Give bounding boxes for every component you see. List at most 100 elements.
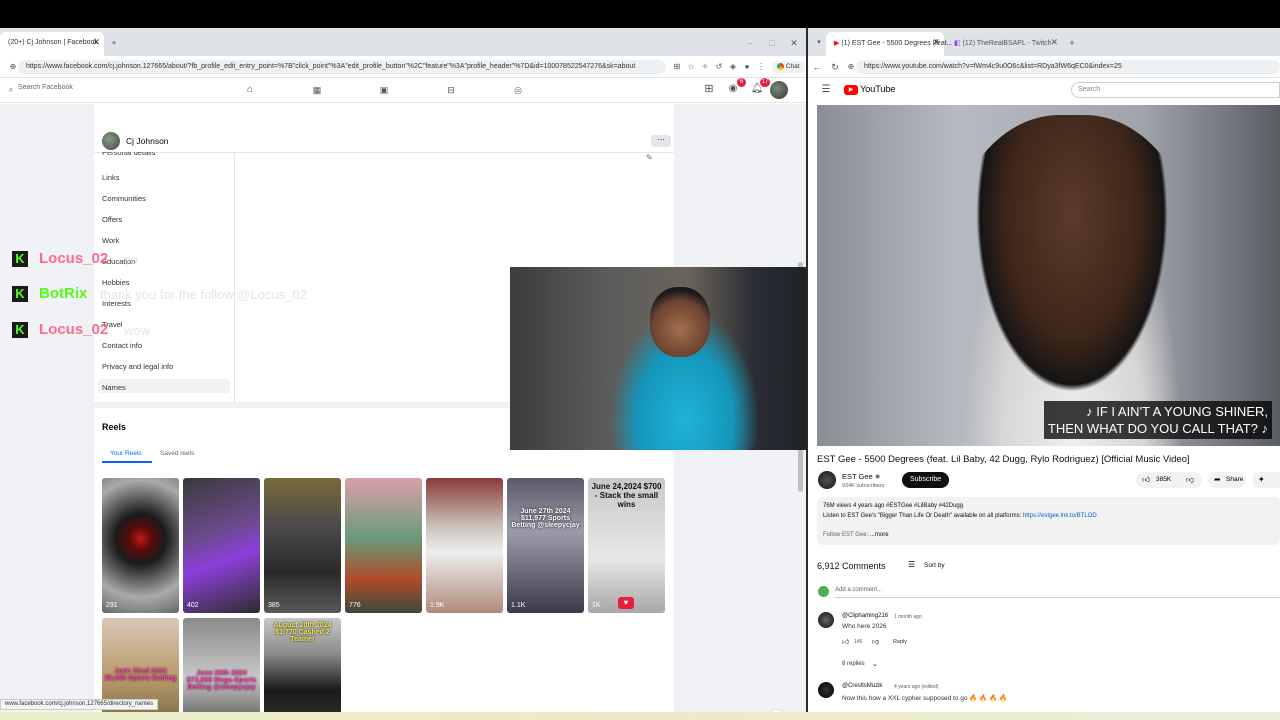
reel-thumbnail[interactable]: June 27th 2024 $11,977 Sports Betting @s… <box>507 478 584 613</box>
profile-name[interactable]: Cj Johnson <box>126 136 169 146</box>
edit-pencil-icon[interactable]: ✎ <box>646 153 653 162</box>
new-tab-icon[interactable]: + <box>108 37 120 49</box>
reel-thumbnail[interactable]: 291 <box>102 478 179 613</box>
facebook-search-input[interactable]: Search Facebook <box>18 84 73 91</box>
user-avatar <box>818 586 829 597</box>
channel-name[interactable]: EST Gee <box>842 472 873 481</box>
like-dislike-group: 👍︎ 385K 👎︎ <box>1136 472 1202 488</box>
reel-thumbnail[interactable]: 402 <box>183 478 260 613</box>
youtube-search-input[interactable]: Search <box>1071 82 1280 98</box>
bookmark-star-icon[interactable]: ☆ <box>686 61 696 73</box>
tab-facebook[interactable]: (20+) Cj Johnson | Facebook ✕ <box>0 32 104 56</box>
about-item-contact-info[interactable]: Contact info <box>102 341 142 350</box>
about-item-work[interactable]: Work <box>102 236 119 245</box>
video-subject <box>947 115 1197 446</box>
avatar[interactable] <box>770 81 788 99</box>
marketplace-icon[interactable]: ▣ <box>377 84 391 96</box>
maximize-icon[interactable]: □ <box>766 37 778 49</box>
kick-logo-icon: K <box>12 286 28 302</box>
comment-like-icon[interactable]: 👍︎ <box>842 637 849 646</box>
new-tab-icon[interactable]: + <box>1066 37 1078 49</box>
reload-icon[interactable]: ↻ <box>830 61 840 73</box>
minimize-icon[interactable]: – <box>744 37 756 49</box>
tab-list-icon[interactable]: ▾ <box>814 37 824 49</box>
sort-by-button[interactable]: Sort by <box>924 562 945 569</box>
about-item-hobbies[interactable]: Hobbies <box>102 278 130 287</box>
hamburger-menu-icon[interactable]: ☰ <box>820 84 832 96</box>
tab-bar: (20+) Cj Johnson | Facebook ✕ + – □ ✕ <box>0 28 806 56</box>
video-icon[interactable]: ▦ <box>310 84 324 96</box>
window-close-icon[interactable]: ✕ <box>788 37 800 49</box>
about-item-privacy[interactable]: Privacy and legal info <box>102 362 173 371</box>
youtube-favicon-icon: ▶ <box>834 40 840 47</box>
chat-button[interactable]: Chat <box>772 61 805 73</box>
reel-thumbnail[interactable]: June 24,2024 $700 - Stack the small wins… <box>588 478 665 613</box>
more-options-button[interactable]: ··· <box>651 135 671 147</box>
tab-twitch[interactable]: ◧ (12) TheRealBSAPL - Twitch ✕ <box>946 32 1062 56</box>
site-info-icon[interactable]: ⊕ <box>846 61 856 73</box>
profile-icon[interactable]: ● <box>742 61 752 73</box>
close-icon[interactable]: ✕ <box>1050 37 1058 48</box>
reel-thumbnail[interactable]: 385 <box>264 478 341 613</box>
thumbs-down-icon[interactable]: 👎︎ <box>1186 475 1194 485</box>
verified-check-icon: ◉ <box>875 474 881 480</box>
store-icon[interactable]: ⊟ <box>444 84 458 96</box>
about-item-personal-details[interactable]: Personal details <box>102 152 155 157</box>
comment-author[interactable]: @Cliphaming216 <box>842 613 888 619</box>
menu-grid-icon[interactable]: ⊞ <box>702 83 716 95</box>
url-field[interactable]: https://www.youtube.com/watch?v=fWm4c9u0… <box>856 60 1280 74</box>
youtube-logo-text[interactable]: YouTube <box>860 84 896 95</box>
tab-saved-reels[interactable]: Saved reels <box>160 450 194 457</box>
about-item-communities[interactable]: Communities <box>102 194 146 203</box>
comment-replies-toggle[interactable]: 8 replies <box>842 661 865 667</box>
reel-caption: June 24,2024 $700 - Stack the small wins <box>591 482 662 509</box>
profile-avatar[interactable] <box>102 132 120 150</box>
reel-thumbnail[interactable]: 1.9K <box>426 478 503 613</box>
install-icon[interactable]: ⊞ <box>672 61 682 73</box>
sort-icon[interactable]: ☰ <box>908 560 915 569</box>
description-box[interactable]: 76M views 4 years ago #ESTGee #LilBaby #… <box>817 497 1280 545</box>
comment-time: 4 years ago (edited) <box>894 684 939 690</box>
description-more[interactable]: ...more <box>870 532 889 538</box>
url-field[interactable]: https://www.facebook.com/cj.johnson.1276… <box>18 60 666 74</box>
reel-thumbnail[interactable]: June 20th 2024 $73,888 Mega-Sports Betti… <box>183 618 260 720</box>
lock-icon: ⊕ <box>9 62 17 71</box>
description-link[interactable]: https://estgee.lnk.to/BTLOD <box>1023 513 1097 519</box>
subscribe-button[interactable]: Subscribe <box>902 472 950 488</box>
tab-your-reels[interactable]: Your Reels <box>110 450 142 457</box>
video-player[interactable]: ♪ IF I AIN'T A YOUNG SHINER, THEN WHAT D… <box>817 105 1280 446</box>
reel-caption: June 20th 2024 $73,888 Mega-Sports Betti… <box>186 670 257 691</box>
share-label: Share <box>1226 476 1244 483</box>
taskbar-strip <box>0 712 1280 720</box>
about-item-names[interactable]: Names <box>102 383 126 392</box>
close-icon[interactable]: ✕ <box>932 37 940 48</box>
close-icon[interactable]: ✕ <box>92 37 100 48</box>
home-icon[interactable]: ⌂ <box>243 84 257 96</box>
chevron-down-icon[interactable]: ⌄ <box>872 660 878 668</box>
extensions-icon[interactable]: ✧ <box>700 61 710 73</box>
thumbs-up-icon[interactable]: 👍︎ <box>1142 475 1150 485</box>
comment-dislike-icon[interactable]: 👎︎ <box>872 637 879 646</box>
add-comment-input[interactable]: Add a comment... <box>835 587 882 593</box>
about-item-offers[interactable]: Offers <box>102 215 122 224</box>
comment-author[interactable]: @CrestlsMuzik <box>842 683 882 689</box>
tab-bar: ▾ ▶ (1) EST Gee - 5500 Degrees (feat... … <box>808 28 1280 56</box>
comment-avatar[interactable] <box>818 612 834 628</box>
share-button[interactable]: ➦ Share <box>1208 472 1246 488</box>
back-icon[interactable]: ← <box>812 61 822 73</box>
puzzle-icon[interactable]: ◈ <box>728 61 738 73</box>
menu-dots-icon[interactable]: ⋮ <box>756 61 766 73</box>
gaming-icon[interactable]: ◎ <box>511 84 525 96</box>
about-item-links[interactable]: Links <box>102 173 120 182</box>
comment-reply-button[interactable]: Reply <box>893 639 907 645</box>
comment-avatar[interactable] <box>818 682 834 698</box>
reel-views: 291 <box>106 602 118 609</box>
youtube-logo-icon[interactable]: ▶ <box>844 85 858 95</box>
tab-youtube[interactable]: ▶ (1) EST Gee - 5500 Degrees (feat... ✕ <box>826 32 953 56</box>
reel-thumbnail[interactable]: 776 <box>345 478 422 613</box>
more-actions-icon[interactable]: ✦ <box>1252 472 1280 488</box>
reel-thumbnail[interactable]: August 20th 2024 $1,770 Cashed 2 Teamer <box>264 618 341 720</box>
history-icon[interactable]: ↺ <box>714 61 724 73</box>
channel-avatar[interactable] <box>818 471 836 489</box>
reel-caption: August 20th 2024 $1,770 Cashed 2 Teamer <box>273 622 332 643</box>
